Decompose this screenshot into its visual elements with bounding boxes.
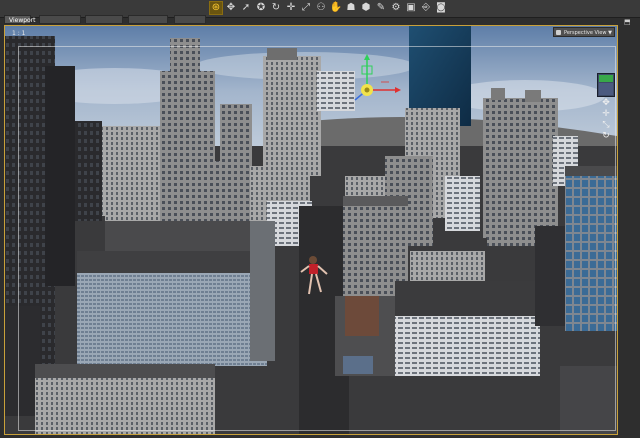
building	[180, 161, 248, 221]
building-roof	[77, 251, 267, 273]
orbit-icon[interactable]: ✥	[599, 98, 613, 108]
building	[105, 146, 160, 226]
camera-icon	[556, 30, 561, 35]
3d-viewport[interactable]: 1 : 1 Perspective View ▼ ✥ ✛ ⤡ ↻	[4, 25, 618, 435]
building	[535, 226, 565, 326]
chevron-down-icon: ▼	[608, 30, 612, 36]
building	[343, 356, 373, 374]
city-scene-render[interactable]	[5, 26, 617, 434]
pan-icon[interactable]: ✛	[599, 109, 613, 119]
building-roof	[35, 364, 215, 378]
building-roof	[395, 281, 540, 316]
building	[525, 90, 541, 102]
building	[317, 71, 355, 111]
daz-studio-window: ⊛ ✥ ➚ ✪ ↻ ✛ ⤢ ⚇ ✋ ☗ ⬢ ✎ ⚙ ▣ ⎆ ◙ Viewport ⬒	[0, 0, 640, 438]
building	[267, 48, 297, 60]
building	[445, 176, 480, 231]
building	[250, 221, 275, 361]
building-roof	[343, 196, 408, 206]
viewport-tab-row: Viewport	[0, 13, 640, 25]
building	[263, 56, 321, 176]
building	[565, 171, 617, 331]
rooftop-terrace	[345, 296, 379, 336]
building-roof	[565, 166, 617, 176]
viewport-corner-label: 1 : 1	[12, 30, 26, 37]
view-cube-front-face	[599, 83, 613, 95]
building-roof	[400, 376, 570, 434]
dark-tower	[45, 66, 75, 286]
tab-5[interactable]	[174, 15, 206, 24]
building	[170, 38, 200, 78]
view-selector-dropdown[interactable]: Perspective View ▼	[553, 27, 615, 37]
tab-2[interactable]	[39, 15, 81, 24]
tab-4[interactable]	[128, 15, 168, 24]
tab-3[interactable]	[85, 15, 123, 24]
zoom-icon[interactable]: ⤡	[599, 120, 613, 130]
panel-options-icon[interactable]: ⬒	[624, 18, 634, 26]
view-cube[interactable]	[597, 73, 615, 97]
building	[395, 316, 540, 376]
building	[487, 206, 542, 246]
building	[410, 251, 485, 281]
building	[491, 88, 505, 100]
building	[560, 366, 617, 434]
view-cube-top-face	[599, 75, 613, 82]
building	[35, 371, 215, 434]
tab-viewport[interactable]: Viewport	[4, 15, 36, 24]
view-selector-label: Perspective View	[564, 30, 607, 36]
roll-icon[interactable]: ↻	[599, 131, 613, 141]
building	[5, 306, 40, 416]
